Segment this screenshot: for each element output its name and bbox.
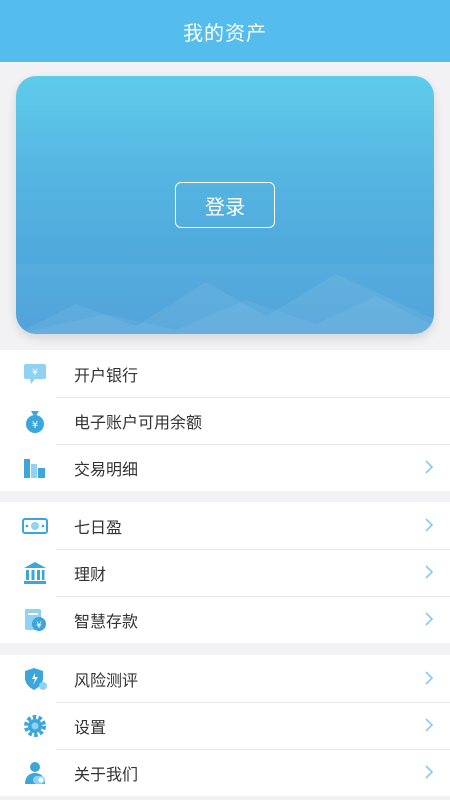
menu-item-opening-bank[interactable]: ¥ 开户银行 <box>0 350 450 397</box>
menu-item-label: 设置 <box>74 717 107 737</box>
menu-item-label: 电子账户可用余额 <box>74 412 203 432</box>
menu-item-seven-day[interactable]: 七日盈 <box>0 502 450 549</box>
menu-item-label: 理财 <box>74 564 107 584</box>
menu-item-label: 关于我们 <box>74 764 139 784</box>
svg-text:¥: ¥ <box>32 368 38 378</box>
money-bag-icon: ¥ <box>22 408 48 434</box>
chevron-right-icon <box>425 518 434 532</box>
login-button[interactable]: 登录 <box>175 182 275 228</box>
user-info-icon <box>22 760 48 786</box>
chevron-right-icon <box>425 565 434 579</box>
chevron-right-icon <box>425 671 434 685</box>
chevron-right-icon <box>425 460 434 474</box>
menu-item-transaction-details[interactable]: 交易明细 <box>0 444 450 491</box>
account-card-area: 登录 <box>0 62 450 346</box>
app-header: 我的资产 <box>0 0 450 62</box>
chevron-right-icon <box>425 718 434 732</box>
menu-item-label: 七日盈 <box>74 517 123 537</box>
menu-group-settings: 风险测评 设置 关于我们 <box>0 655 450 796</box>
bank-building-icon <box>22 560 48 586</box>
menu-item-risk-assessment[interactable]: 风险测评 <box>0 655 450 702</box>
gear-icon <box>22 713 48 739</box>
menu-item-smart-deposit[interactable]: ¥ 智慧存款 <box>0 596 450 643</box>
bank-card-icon: ¥ <box>22 361 48 387</box>
svg-text:¥: ¥ <box>32 420 38 431</box>
deposit-icon: ¥ <box>22 607 48 633</box>
mountain-decoration <box>16 264 434 334</box>
menu-item-wealth-management[interactable]: 理财 <box>0 549 450 596</box>
menu-item-about-us[interactable]: 关于我们 <box>0 749 450 796</box>
svg-text:¥: ¥ <box>36 621 42 631</box>
account-card: 登录 <box>16 76 434 334</box>
chevron-right-icon <box>425 612 434 626</box>
page-title: 我的资产 <box>183 20 267 45</box>
menu-group-products: 七日盈 理财 ¥ 智慧存款 <box>0 502 450 643</box>
menu-item-label: 开户银行 <box>74 365 139 385</box>
menu-group-account: ¥ 开户银行 ¥ 电子账户可用余额 交易明细 <box>0 350 450 491</box>
menu-item-available-balance[interactable]: ¥ 电子账户可用余额 <box>0 397 450 444</box>
menu-item-label: 交易明细 <box>74 459 139 479</box>
bar-chart-icon <box>22 455 48 481</box>
chevron-right-icon <box>425 765 434 779</box>
menu-item-settings[interactable]: 设置 <box>0 702 450 749</box>
menu-item-label: 风险测评 <box>74 670 139 690</box>
shield-icon <box>22 666 48 692</box>
banknote-icon <box>22 513 48 539</box>
menu-item-label: 智慧存款 <box>74 611 139 631</box>
